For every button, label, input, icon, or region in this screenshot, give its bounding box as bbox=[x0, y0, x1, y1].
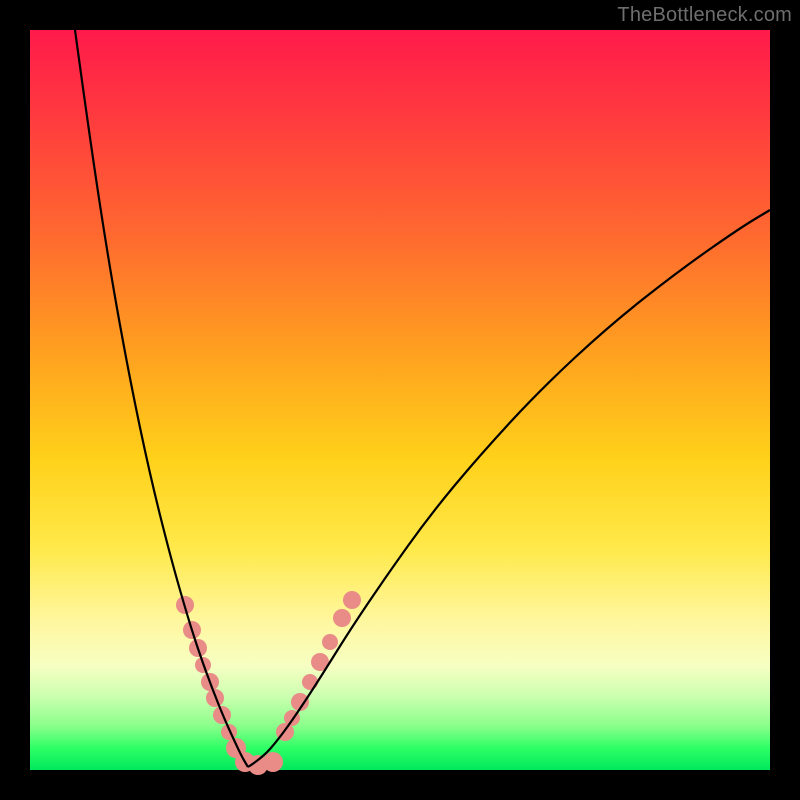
data-dot bbox=[333, 609, 351, 627]
data-dot bbox=[263, 752, 283, 772]
data-dot bbox=[322, 634, 338, 650]
chart-frame: TheBottleneck.com bbox=[0, 0, 800, 800]
watermark-text: TheBottleneck.com bbox=[617, 4, 792, 27]
data-dot bbox=[343, 591, 361, 609]
right-branch-line bbox=[248, 210, 770, 767]
chart-svg bbox=[30, 30, 770, 770]
data-dot bbox=[302, 674, 318, 690]
left-branch-line bbox=[75, 30, 248, 767]
dots-group bbox=[176, 591, 361, 775]
